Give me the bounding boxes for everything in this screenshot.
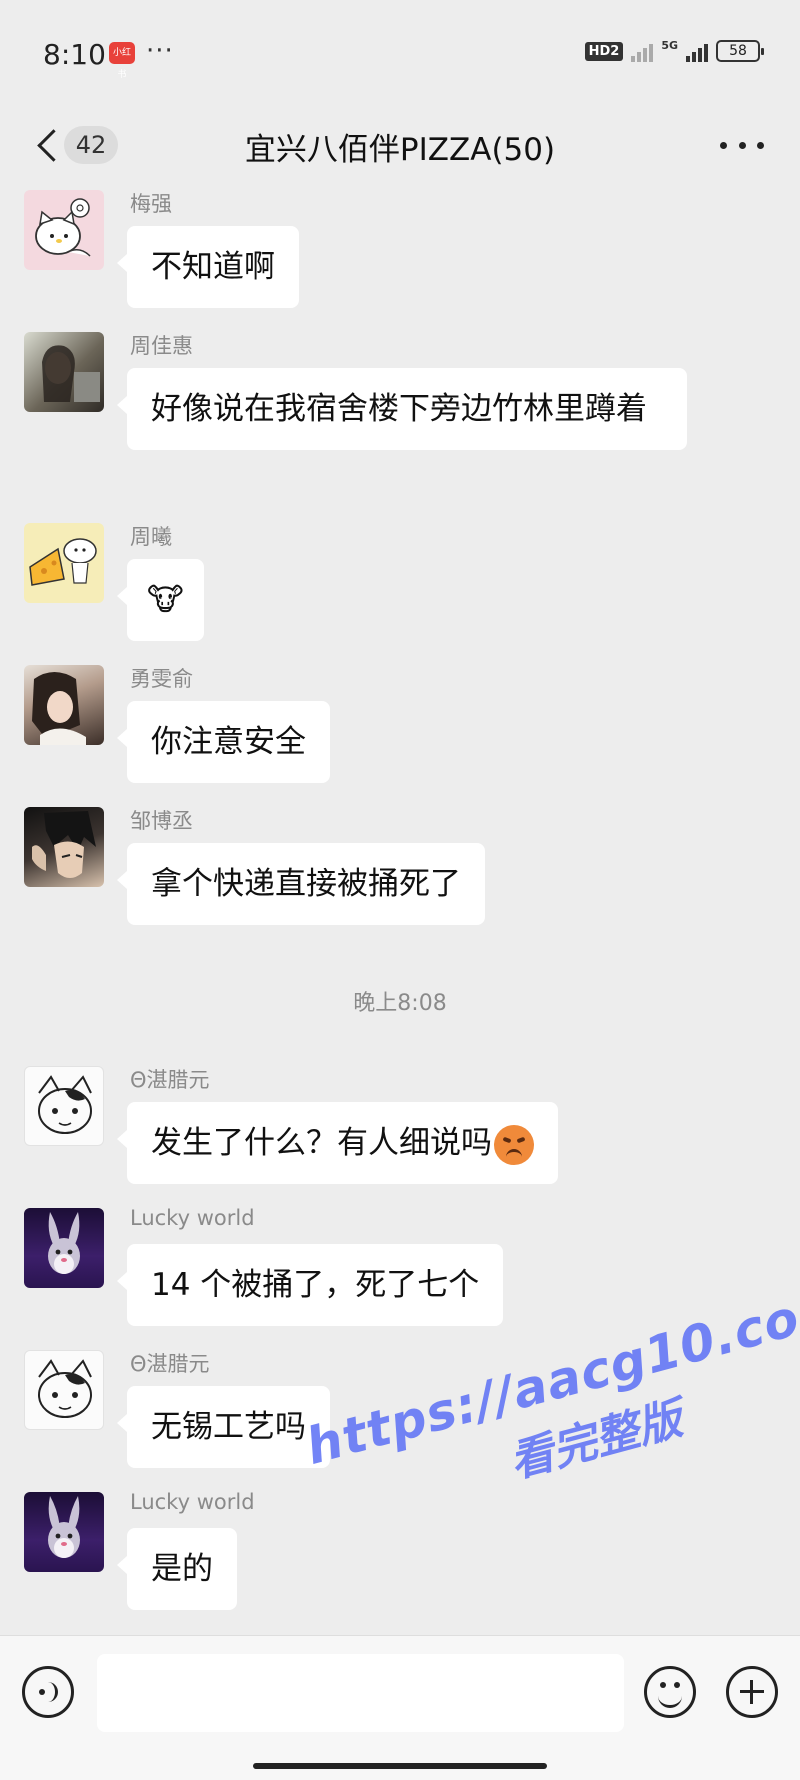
more-options-icon[interactable] bbox=[720, 130, 764, 160]
watermark-text: 看完整版 bbox=[504, 1393, 688, 1489]
chat-header: 42 宜兴八佰伴PIZZA(50) bbox=[0, 110, 800, 190]
more-actions-plus-icon[interactable] bbox=[726, 1666, 778, 1718]
message-bubble[interactable]: 是的 bbox=[117, 1528, 237, 1610]
sender-name: Lucky world bbox=[130, 1206, 255, 1230]
network-type-label: 5G bbox=[661, 38, 678, 52]
angry-sweat-emoji-icon bbox=[494, 1124, 534, 1165]
bugs-bunny-avatar[interactable] bbox=[24, 1208, 104, 1288]
chat-title: 宜兴八佰伴PIZZA(50) bbox=[244, 132, 556, 168]
xiaohongshu-app-icon: 小红书 bbox=[109, 42, 135, 80]
hd-voice-icon: HD2 bbox=[584, 41, 624, 61]
message-bubble[interactable]: 好像说在我宿舍楼下旁边竹林里蹲着 bbox=[117, 368, 687, 450]
status-bar: 8:10 小红书 ··· HD2 5G 58 bbox=[0, 0, 800, 110]
status-indicators: HD2 5G 58 bbox=[584, 38, 764, 62]
photo-avatar[interactable] bbox=[24, 665, 104, 745]
sketch-cat-avatar[interactable] bbox=[24, 1066, 104, 1146]
sender-name: Θ湛腊元 bbox=[130, 1352, 210, 1376]
signal-weak-icon bbox=[631, 40, 654, 62]
message-input-bar bbox=[0, 1635, 800, 1780]
anime-avatar[interactable] bbox=[24, 807, 104, 887]
sketch-cat-avatar[interactable] bbox=[24, 1350, 104, 1430]
message-bubble[interactable]: 14 个被捅了，死了七个 bbox=[116, 1244, 504, 1326]
status-time: 8:10 bbox=[43, 38, 106, 71]
emoji-picker-icon[interactable] bbox=[644, 1666, 696, 1718]
message-text: 发生了什么？有人细说吗 bbox=[151, 1125, 492, 1161]
sender-name: Θ湛腊元 bbox=[130, 1068, 210, 1092]
home-indicator[interactable] bbox=[253, 1763, 547, 1769]
message-bubble[interactable]: 你注意安全 bbox=[117, 701, 330, 783]
notification-more-icon: ··· bbox=[146, 36, 174, 66]
timestamp-separator: 晚上8:08 bbox=[353, 991, 447, 1016]
hello-kitty-avatar[interactable] bbox=[24, 190, 104, 270]
signal-strength-icon bbox=[686, 40, 708, 62]
message-text-input[interactable] bbox=[97, 1654, 624, 1732]
sender-name: 邹博丞 bbox=[130, 809, 193, 833]
sender-name: 周佳惠 bbox=[130, 334, 193, 358]
photo-avatar[interactable] bbox=[24, 332, 104, 412]
sender-name: Lucky world bbox=[130, 1490, 255, 1514]
message-bubble[interactable]: 🐮 bbox=[117, 559, 204, 641]
cheese-avatar[interactable] bbox=[24, 523, 104, 603]
sender-name: 勇雯俞 bbox=[130, 667, 193, 691]
message-bubble[interactable]: 无锡工艺吗 bbox=[117, 1386, 330, 1468]
bugs-bunny-avatar[interactable] bbox=[24, 1492, 104, 1572]
message-bubble[interactable]: 拿个快递直接被捅死了 bbox=[117, 843, 485, 925]
sender-name: 梅强 bbox=[130, 192, 172, 216]
battery-icon: 58 bbox=[716, 40, 764, 62]
message-bubble[interactable]: 不知道啊 bbox=[117, 226, 299, 308]
voice-input-icon[interactable] bbox=[22, 1666, 74, 1718]
message-bubble[interactable]: 发生了什么？有人细说吗 bbox=[117, 1102, 558, 1184]
sender-name: 周曦 bbox=[130, 525, 172, 549]
